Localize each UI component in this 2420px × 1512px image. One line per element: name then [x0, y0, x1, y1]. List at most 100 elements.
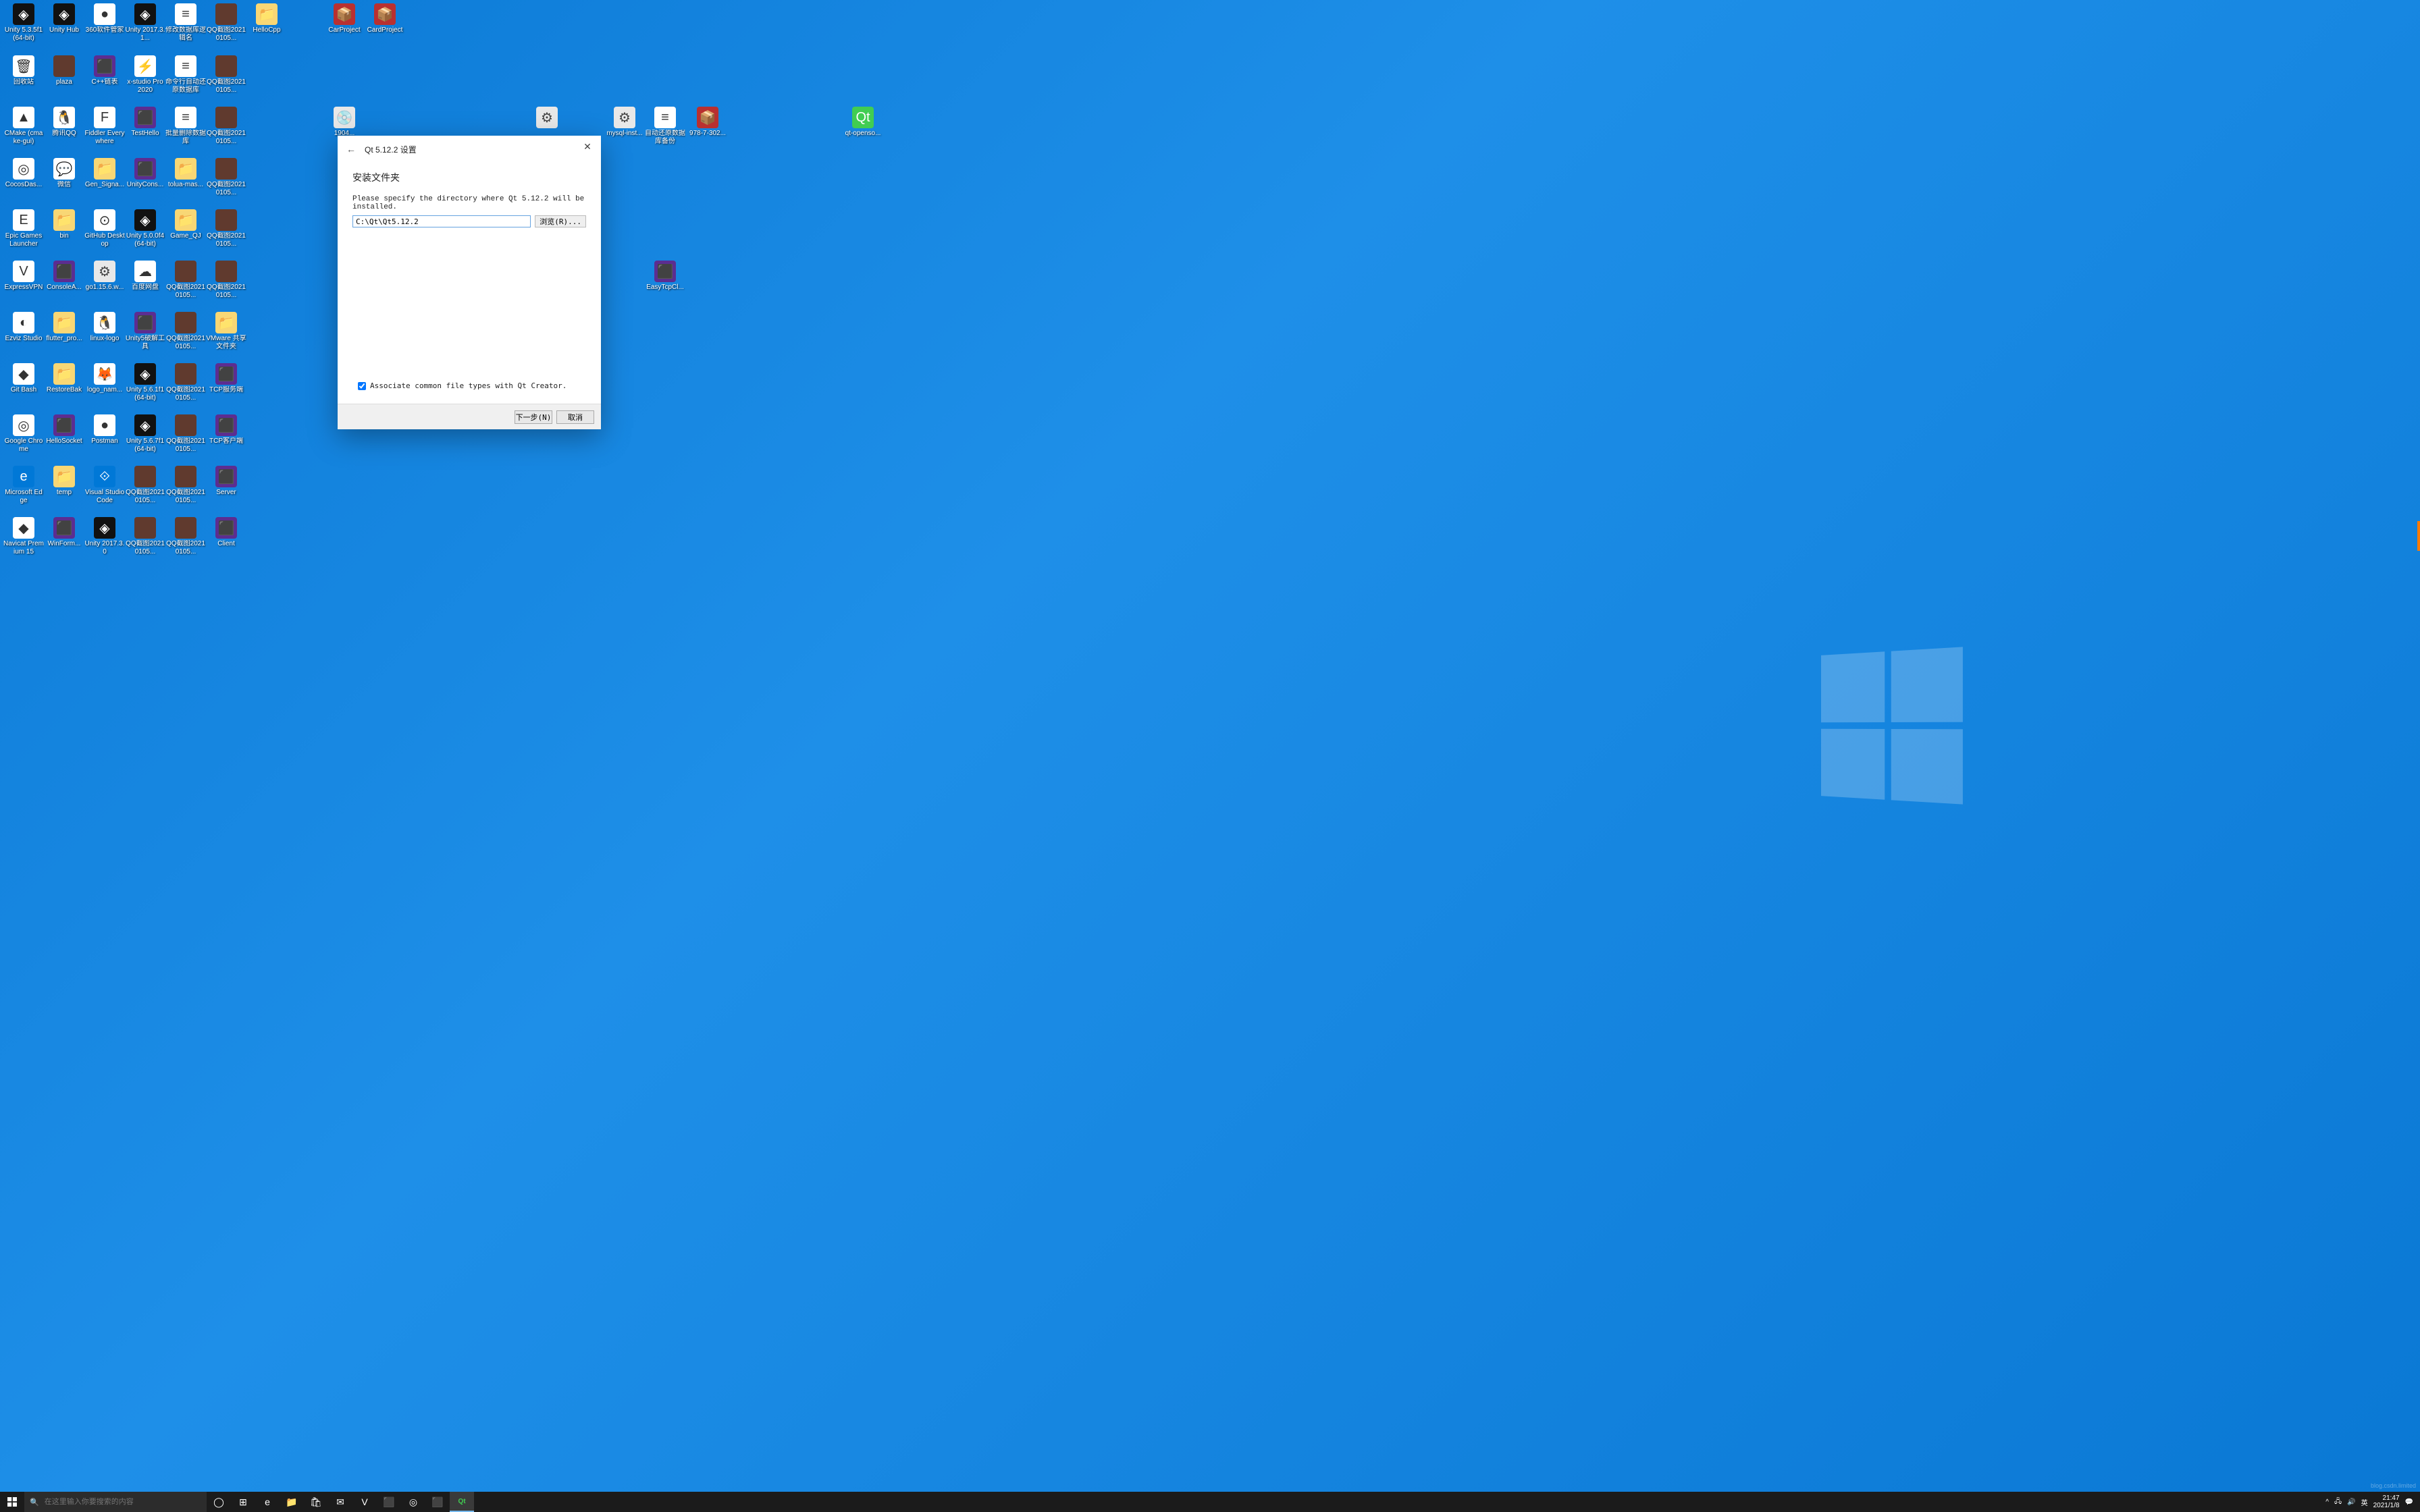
tray-volume-icon[interactable]: 🔊 [2347, 1498, 2355, 1506]
desktop-icon[interactable]: ●360软件管家 [84, 3, 125, 34]
desktop-icon[interactable]: QQ截图20210105... [165, 363, 206, 402]
desktop-icon[interactable]: 📁flutter_pro... [44, 312, 84, 343]
taskbar-item[interactable]: Qt [450, 1492, 474, 1512]
desktop-icon[interactable]: ◈Unity Hub [44, 3, 84, 34]
desktop-icon[interactable]: 📁VMware 共享文件夹 [206, 312, 246, 351]
desktop-icon[interactable]: QQ截图20210105... [206, 107, 246, 146]
tray-chevron-icon[interactable]: ^ [2325, 1498, 2329, 1506]
desktop-icon[interactable]: EEpic Games Launcher [3, 209, 44, 248]
desktop-icon[interactable]: 💬微信 [44, 158, 84, 189]
desktop-icon[interactable]: ⬛HelloSocket [44, 414, 84, 446]
tray-ime[interactable]: 英 [2361, 1497, 2368, 1507]
desktop-icon[interactable]: ◎Google Chrome [3, 414, 44, 454]
desktop-icon[interactable]: 📦CardProject [365, 3, 405, 34]
search-box[interactable]: 🔍 [24, 1492, 207, 1512]
taskbar-item[interactable]: ⬛ [377, 1492, 401, 1512]
desktop-icon[interactable]: ⚙mysql-inst... [604, 107, 645, 138]
desktop-icon[interactable]: ◈Unity 2017.3.0 [84, 517, 125, 556]
desktop-icon[interactable]: FFiddler Everywhere [84, 107, 125, 146]
desktop-icon[interactable]: ⬛WinForm... [44, 517, 84, 548]
desktop-icon[interactable]: ◆Git Bash [3, 363, 44, 394]
desktop-icon[interactable]: ◎CocosDas... [3, 158, 44, 189]
desktop-icon[interactable]: ⚙go1.15.6.w... [84, 261, 125, 292]
desktop-icon[interactable]: QQ截图20210105... [206, 3, 246, 43]
desktop-icon[interactable]: QQ截图20210105... [165, 261, 206, 300]
taskbar-item[interactable]: ⬛ [425, 1492, 450, 1512]
desktop-icon[interactable]: VExpressVPN [3, 261, 44, 292]
taskbar-item[interactable]: 🛍 [304, 1492, 328, 1512]
desktop-icon[interactable]: ◈Unity 2017.3.1... [125, 3, 165, 43]
desktop-icon[interactable]: QQ截图20210105... [206, 158, 246, 197]
desktop-icon[interactable]: QQ截图20210105... [165, 414, 206, 454]
desktop-icon[interactable]: ⬛UnityCons... [125, 158, 165, 189]
desktop-icon[interactable]: Qtqt-openso... [843, 107, 883, 138]
desktop-icon[interactable]: ⬛TCP客户端 [206, 414, 246, 446]
desktop-icon[interactable]: 🦊logo_nam... [84, 363, 125, 394]
desktop-icon[interactable]: 📁HelloCpp [246, 3, 287, 34]
desktop-icon[interactable]: ⬛C++链表 [84, 55, 125, 86]
desktop-icon[interactable]: ⬛TCP服务端 [206, 363, 246, 394]
system-tray[interactable]: ^ 🖧 🔊 英 21:47 2021/1/8 💬 [2319, 1494, 2420, 1509]
desktop-icon[interactable]: plaza [44, 55, 84, 86]
desktop-icon[interactable]: 🐧linux-logo [84, 312, 125, 343]
desktop-icon[interactable]: ⬛Server [206, 466, 246, 497]
cancel-button[interactable]: 取消 [556, 410, 594, 424]
desktop-icon[interactable]: 📁bin [44, 209, 84, 240]
desktop-icon[interactable]: QQ截图20210105... [165, 517, 206, 556]
associate-checkbox-row[interactable]: Associate common file types with Qt Crea… [358, 381, 567, 390]
taskbar-item[interactable]: ⊞ [231, 1492, 255, 1512]
desktop-icon[interactable]: ◈Unity 5.0.0f4 (64-bit) [125, 209, 165, 248]
desktop-icon[interactable]: 📦978-7-302... [687, 107, 728, 138]
desktop-icon[interactable]: ≡修改数据库逻辑名 [165, 3, 206, 43]
desktop-icon[interactable]: QQ截图20210105... [206, 55, 246, 94]
taskbar-item[interactable]: ✉ [328, 1492, 352, 1512]
browse-button[interactable]: 浏览(R)... [535, 215, 586, 227]
desktop-icon[interactable]: 🗑回收站 [3, 55, 44, 86]
desktop-icon[interactable]: ⟐Visual Studio Code [84, 466, 125, 505]
desktop-icon[interactable]: ◐Ezviz Studio [3, 312, 44, 343]
desktop-icon[interactable]: ⬛ConsoleA... [44, 261, 84, 292]
desktop-icon[interactable]: ◈Unity 5.3.5f1 (64-bit) [3, 3, 44, 43]
desktop-icon[interactable]: ⊙GitHub Desktop [84, 209, 125, 248]
next-button[interactable]: 下一步(N) [515, 410, 552, 424]
desktop-icon[interactable]: ⬛TestHello [125, 107, 165, 138]
desktop-icon[interactable]: 📁Game_QJ [165, 209, 206, 240]
desktop-icon[interactable]: ☁百度网盘 [125, 261, 165, 292]
desktop-icon[interactable]: 📁tolua-mas... [165, 158, 206, 189]
desktop-icon[interactable]: ⬛Unity5破解工具 [125, 312, 165, 351]
install-path-input[interactable] [352, 215, 531, 227]
notification-tab[interactable] [2417, 521, 2420, 551]
desktop-icon[interactable]: ⚡x-studio Pro 2020 [125, 55, 165, 94]
desktop-icon[interactable]: ◆Navicat Premium 15 [3, 517, 44, 556]
desktop-icon[interactable]: ≡批量删除数据库 [165, 107, 206, 146]
taskbar-item[interactable]: V [352, 1492, 377, 1512]
desktop-icon[interactable]: 🐧腾讯QQ [44, 107, 84, 138]
desktop-icon[interactable]: ●Postman [84, 414, 125, 446]
desktop-icon[interactable]: QQ截图20210105... [206, 209, 246, 248]
desktop-icon[interactable]: 📁temp [44, 466, 84, 497]
desktop-icon[interactable]: ⚙ [527, 107, 567, 130]
desktop-icon[interactable]: QQ截图20210105... [165, 312, 206, 351]
taskbar-item[interactable]: e [255, 1492, 280, 1512]
desktop-icon[interactable]: 📁Gen_Signa... [84, 158, 125, 189]
taskbar-item[interactable]: ◎ [401, 1492, 425, 1512]
desktop-icon[interactable]: ⬛EasyTcpCl... [645, 261, 685, 292]
desktop-icon[interactable]: ▲CMake (cmake-gui) [3, 107, 44, 146]
desktop-icon[interactable]: 📦CarProject [324, 3, 365, 34]
desktop-icon[interactable]: ◈Unity 5.6.1f1 (64-bit) [125, 363, 165, 402]
associate-checkbox[interactable] [358, 382, 366, 390]
notification-icon[interactable]: 💬 [2405, 1498, 2413, 1506]
desktop-icon[interactable]: QQ截图20210105... [165, 466, 206, 505]
taskbar-item[interactable]: ◯ [207, 1492, 231, 1512]
desktop-icon[interactable]: QQ截图20210105... [206, 261, 246, 300]
desktop-icon[interactable]: QQ截图20210105... [125, 517, 165, 556]
tray-network-icon[interactable]: 🖧 [2334, 1496, 2342, 1508]
taskbar-item[interactable]: 📁 [280, 1492, 304, 1512]
search-input[interactable] [45, 1498, 201, 1506]
back-icon[interactable]: ← [338, 136, 365, 163]
desktop-icon[interactable]: QQ截图20210105... [125, 466, 165, 505]
start-button[interactable] [0, 1492, 24, 1512]
desktop-icon[interactable]: ◈Unity 5.6.7f1 (64-bit) [125, 414, 165, 454]
desktop-icon[interactable]: 📁RestoreBak [44, 363, 84, 394]
desktop-icon[interactable]: ⬛Client [206, 517, 246, 548]
